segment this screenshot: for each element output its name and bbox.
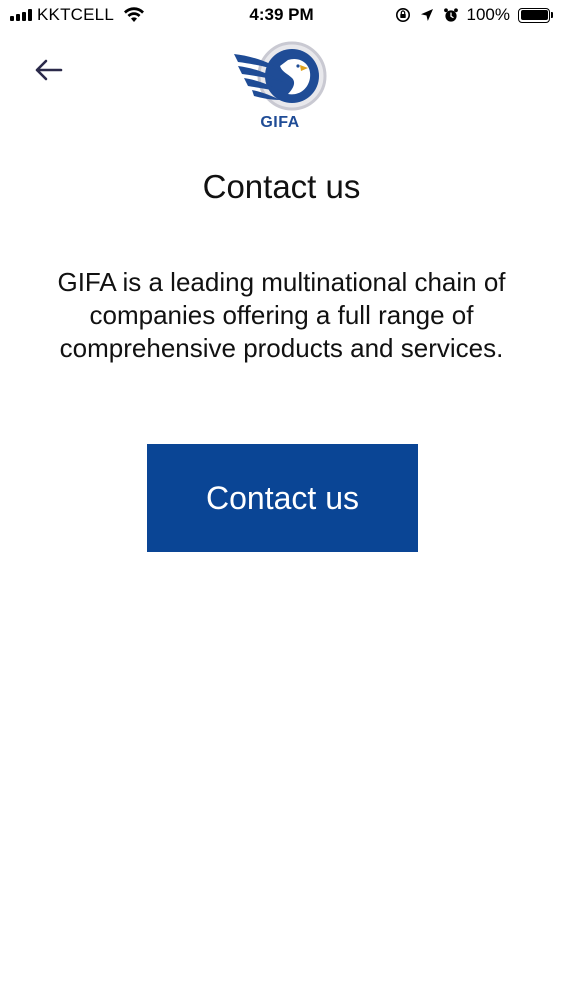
arrow-left-icon: [33, 58, 63, 87]
battery-fill: [520, 10, 548, 20]
battery-percent: 100%: [466, 5, 510, 24]
status-bar-right: 100%: [395, 5, 553, 25]
status-bar: KKTCELL 4:39 PM 100%: [0, 0, 563, 32]
page-title: Contact us: [202, 168, 361, 205]
contact-us-button[interactable]: Contact us: [147, 444, 418, 552]
battery-body: [518, 7, 550, 23]
orientation-lock-icon: [395, 7, 411, 23]
logo-text: GIFA: [260, 114, 300, 131]
location-arrow-icon: [419, 7, 435, 23]
battery-tip: [551, 12, 553, 18]
alarm-clock-icon: [443, 7, 459, 23]
gifa-logo: GIFA: [228, 38, 332, 134]
gifa-eagle-icon: [234, 41, 327, 111]
company-description: GIFA is a leading multinational chain of…: [57, 267, 506, 363]
battery-icon: [518, 7, 553, 23]
back-button[interactable]: [28, 52, 68, 92]
